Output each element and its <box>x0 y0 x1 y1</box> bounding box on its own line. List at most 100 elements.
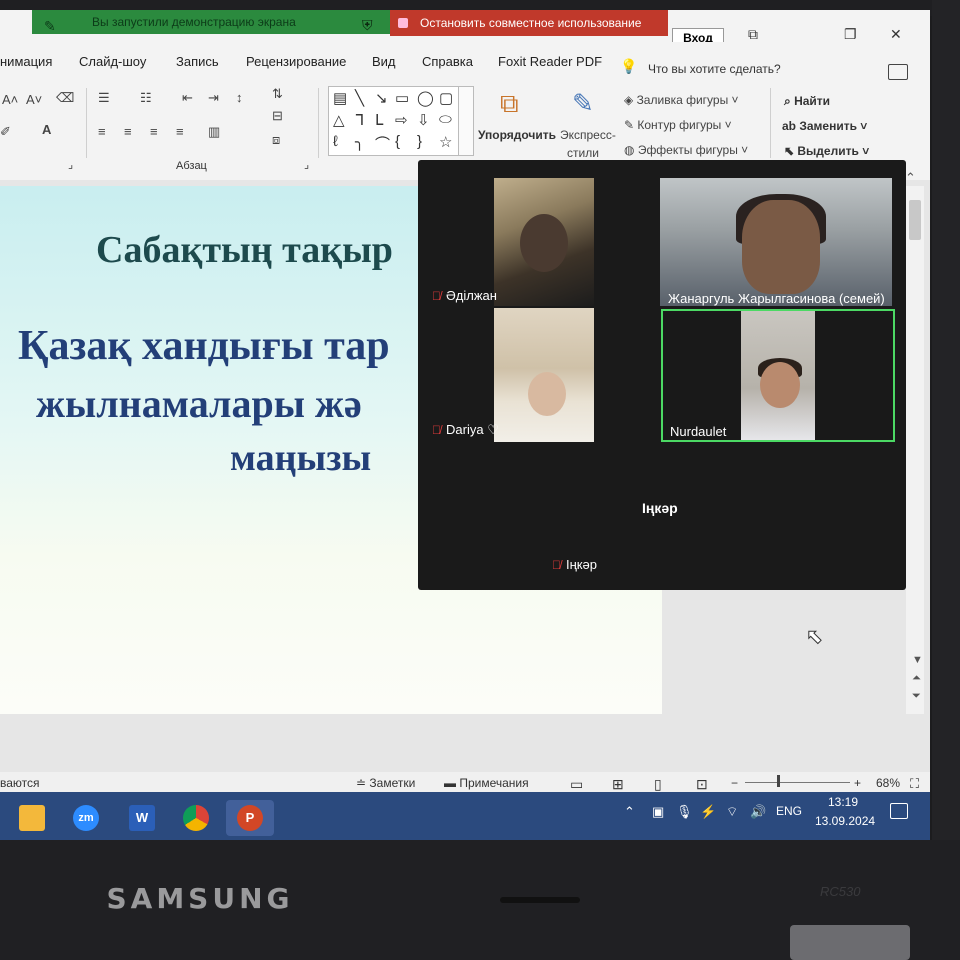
line-shape-icon[interactable]: ╲ <box>355 89 364 107</box>
brace-right-shape-icon[interactable]: } <box>417 133 422 150</box>
vertical-scrollbar[interactable] <box>906 186 924 714</box>
menu-item[interactable]: Foxit Reader PDF <box>498 54 602 69</box>
maximize-icon[interactable]: ❐ <box>844 26 857 43</box>
tray-overflow-icon[interactable]: ⌃ <box>624 804 635 820</box>
monitor-stand <box>790 925 910 960</box>
scroll-down-icon[interactable]: ▼ <box>912 654 923 666</box>
clear-format-icon[interactable]: ⌫ <box>56 90 74 106</box>
slide-body-line-2[interactable]: жылнамалары жә <box>36 380 362 427</box>
gallery-scroll[interactable] <box>458 86 474 156</box>
find-button[interactable]: ⌕ Найти <box>784 94 830 109</box>
clock-time[interactable]: 13:19 <box>828 795 858 809</box>
shape-effects-button[interactable]: ◍ Эффекты фигуры ˅ <box>624 143 748 157</box>
elbow-shape-icon[interactable]: ᒪ <box>375 111 383 129</box>
star-shape-icon[interactable]: ☆ <box>439 133 452 151</box>
zoom-in-button[interactable]: + <box>854 776 861 790</box>
rectangle-shape-icon[interactable]: ▭ <box>395 89 409 107</box>
comments-button[interactable]: ▬ Примечания <box>444 776 529 790</box>
taskbar-file-explorer[interactable] <box>14 800 50 836</box>
slide-sorter-icon[interactable]: ⊞ <box>612 776 624 793</box>
oval-shape-icon[interactable]: ◯ <box>417 89 434 107</box>
quick-styles-button[interactable]: Экспресс- <box>560 128 616 142</box>
close-icon[interactable]: ✕ <box>890 26 902 43</box>
font-color-icon[interactable]: A <box>42 122 51 137</box>
scroll-thumb[interactable] <box>909 200 921 240</box>
previous-slide-icon[interactable]: ⏶ <box>912 672 921 685</box>
slideshow-view-icon[interactable]: ⊡ <box>696 776 708 793</box>
model-label: RC530 <box>820 884 861 899</box>
arrow-shape-icon[interactable]: ↘ <box>375 89 388 107</box>
zoom-slider[interactable] <box>745 782 850 783</box>
next-slide-icon[interactable]: ⏷ <box>912 690 921 703</box>
freeform-shape-icon[interactable]: ℓ <box>333 133 338 150</box>
arc-shape-icon[interactable]: ⌒ <box>375 133 390 154</box>
fit-slide-icon[interactable]: ⛶ <box>910 776 919 792</box>
clock-date[interactable]: 13.09.2024 <box>815 814 875 828</box>
microphone-icon[interactable]: 🎙 <box>676 804 693 820</box>
align-right-icon[interactable]: ≡ <box>150 124 158 139</box>
slide-body-line-3[interactable]: маңызы <box>230 436 371 480</box>
menu-item[interactable]: Запись <box>176 54 219 69</box>
restore-icon[interactable]: ⧉ <box>748 26 758 43</box>
shape-outline-button[interactable]: ✎ Контур фигуры ˅ <box>624 118 732 132</box>
columns-icon[interactable]: ▥ <box>208 124 220 140</box>
menu-item[interactable]: Справка <box>422 54 473 69</box>
slide-title[interactable]: Сабақтың тақыр <box>96 228 393 272</box>
down-arrow-shape-icon[interactable]: ⇩ <box>417 111 430 129</box>
shape-fill-button[interactable]: ◈ Заливка фигуры ˅ <box>624 93 739 107</box>
curve-shape-icon[interactable]: ╮ <box>355 133 364 151</box>
font-grow-icon[interactable]: A˄ <box>2 92 18 107</box>
zoom-out-button[interactable]: − <box>731 776 738 790</box>
menu-item[interactable]: Вид <box>372 54 396 69</box>
increase-indent-icon[interactable]: ⇥ <box>208 90 219 106</box>
smartart-icon[interactable]: ⧈ <box>272 132 280 148</box>
reading-view-icon[interactable]: ▯ <box>654 776 662 793</box>
font-shrink-icon[interactable]: A˅ <box>26 92 42 107</box>
menu-item[interactable]: нимация <box>0 54 52 69</box>
slide-body-line-1[interactable]: Қазақ хандығы тар <box>18 322 390 370</box>
power-icon[interactable]: ⚡ <box>700 804 716 820</box>
decrease-indent-icon[interactable]: ⇤ <box>182 90 193 106</box>
justify-icon[interactable]: ≡ <box>176 124 184 139</box>
menu-item[interactable]: Слайд-шоу <box>79 54 146 69</box>
right-arrow-shape-icon[interactable]: ⇨ <box>395 111 408 129</box>
taskbar-powerpoint[interactable]: P <box>226 800 274 836</box>
taskbar-word[interactable]: W <box>124 800 160 836</box>
select-button[interactable]: ⬉ Выделить ˅ <box>784 144 869 158</box>
dialog-launcher-icon[interactable]: ⌟ <box>304 158 309 171</box>
comment-icon[interactable] <box>888 64 908 80</box>
numbering-icon[interactable]: ☷ <box>140 90 152 106</box>
dialog-launcher-icon[interactable]: ⌟ <box>68 158 73 171</box>
taskbar-zoom[interactable]: zm <box>68 800 104 836</box>
align-text-icon[interactable]: ⊟ <box>272 108 283 124</box>
brace-left-shape-icon[interactable]: { <box>395 133 400 150</box>
taskbar-chrome[interactable] <box>178 800 214 836</box>
rounded-rect-shape-icon[interactable]: ▢ <box>439 89 453 107</box>
replace-button[interactable]: ab Заменить ˅ <box>782 119 867 133</box>
zoom-level[interactable]: 68% <box>876 776 900 790</box>
align-center-icon[interactable]: ≡ <box>124 124 132 139</box>
tell-me-search[interactable]: Что вы хотите сделать? <box>648 62 781 76</box>
flowchart-shape-icon[interactable]: ⬭ <box>439 111 452 128</box>
language-indicator[interactable]: ENG <box>776 804 802 818</box>
line-spacing-icon[interactable]: ↕ <box>236 90 243 105</box>
notes-button[interactable]: ≐ Заметки <box>356 776 415 790</box>
triangle-shape-icon[interactable]: △ <box>333 111 345 129</box>
bullets-icon[interactable]: ☰ <box>98 90 110 106</box>
connector-shape-icon[interactable]: ᒣ <box>355 111 364 129</box>
arrange-button[interactable]: Упорядочить <box>478 128 556 142</box>
align-left-icon[interactable]: ≡ <box>98 124 106 139</box>
normal-view-icon[interactable]: ▭ <box>570 776 583 793</box>
shapes-gallery[interactable]: ▤ ╲ ↘ ▭ ◯ ▢ △ ᒣ ᒪ ⇨ ⇩ ⬭ ℓ ╮ ⌒ { } ☆ <box>328 86 460 156</box>
meet-now-icon[interactable]: ▣ <box>652 804 664 820</box>
collapse-ribbon-icon[interactable]: ⌃ <box>905 170 916 186</box>
zoom-slider-thumb[interactable] <box>777 775 780 787</box>
notification-icon[interactable] <box>890 803 908 819</box>
volume-icon[interactable]: 🔊 <box>750 804 766 820</box>
wifi-icon[interactable]: ⌔ <box>726 804 738 820</box>
textbox-shape-icon[interactable]: ▤ <box>333 89 347 107</box>
highlight-icon[interactable]: ✐ <box>0 124 11 140</box>
stop-share-button[interactable]: Остановить совместное использование <box>390 10 668 36</box>
text-direction-icon[interactable]: ⇅ <box>272 86 283 102</box>
menu-item[interactable]: Рецензирование <box>246 54 346 69</box>
